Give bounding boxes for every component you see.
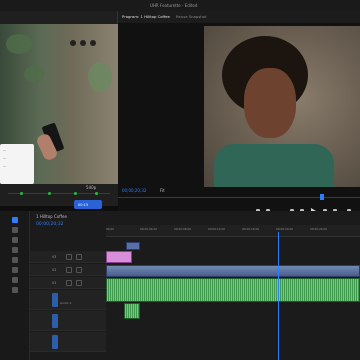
menu-item[interactable]: ...: [3, 156, 34, 160]
razor-icon[interactable]: [12, 247, 18, 253]
fit-select[interactable]: Fit: [160, 189, 165, 193]
ruler-tick: 00;00;20;00: [276, 227, 294, 231]
program-timecode[interactable]: 00;00;20;32: [122, 189, 146, 193]
audio-clip-a1[interactable]: [106, 278, 360, 302]
timecode-label: 00:15: [78, 202, 89, 207]
pink-clip[interactable]: [106, 251, 132, 263]
ruler-tick: 00;00;12;00: [208, 227, 226, 231]
timeline-panel: 1 Hilltop Coffee 00;00;20;32 00;00 00;00…: [30, 211, 360, 360]
tools-panel: [0, 211, 30, 360]
sequence-tab[interactable]: 1 Hilltop Coffee: [36, 215, 67, 219]
lock-icon[interactable]: [66, 280, 72, 286]
track-header-a3[interactable]: A3: [30, 332, 106, 352]
track-header-v2[interactable]: V2: [30, 264, 106, 276]
track-label: V1: [52, 281, 57, 285]
timeline-playhead[interactable]: [278, 232, 279, 360]
close-icon[interactable]: [90, 40, 96, 46]
lock-icon[interactable]: [66, 267, 72, 273]
ruler-tick: 00;00;04;00: [140, 227, 158, 231]
v1-video-clips[interactable]: [106, 265, 360, 277]
slip-icon[interactable]: [12, 257, 18, 263]
track-label: V3: [52, 255, 57, 259]
v3-clip[interactable]: [126, 242, 140, 250]
ruler-tick: 00;00;24;00: [310, 227, 328, 231]
program-video-frame[interactable]: [204, 26, 360, 187]
program-monitor: Program: 1 Hilltop Coffee Reuse Snapshot…: [118, 11, 360, 222]
popup-context-menu: ... ... ...: [0, 144, 34, 184]
ruler-tick: 00;00;16;00: [242, 227, 260, 231]
shirt: [214, 144, 334, 187]
ruler-tick: 00;00: [106, 227, 115, 231]
track-label: V2: [52, 268, 57, 272]
pen-icon[interactable]: [12, 267, 18, 273]
send-button[interactable]: 00:15: [74, 200, 102, 209]
window-title: UHR Featurette - Edited: [150, 3, 198, 8]
track-target-toggle[interactable]: [52, 293, 58, 307]
audio-clip-a2[interactable]: [124, 303, 140, 319]
info-icon[interactable]: [80, 40, 86, 46]
resolution-label[interactable]: 540p: [86, 186, 96, 190]
track-target-toggle[interactable]: [52, 314, 58, 328]
track-select-icon[interactable]: [12, 227, 18, 233]
type-icon[interactable]: [12, 287, 18, 293]
monitor-playhead[interactable]: [320, 194, 324, 200]
more-icon[interactable]: [70, 40, 76, 46]
track-header-a1[interactable]: A1 Audio 1: [30, 290, 106, 310]
timeline-timecode[interactable]: 00;00;20;32: [36, 222, 63, 228]
eye-icon[interactable]: [76, 254, 82, 260]
lock-icon[interactable]: [66, 254, 72, 260]
popup-top-icons: [66, 31, 96, 50]
track-target-toggle[interactable]: [52, 335, 58, 349]
menu-item[interactable]: ...: [3, 148, 34, 152]
video-popup-window: ... ... ... 540p 00:15: [0, 11, 118, 209]
eye-icon[interactable]: [76, 267, 82, 273]
window-titlebar: UHR Featurette - Edited: [0, 0, 360, 11]
track-header-a2[interactable]: A2: [30, 311, 106, 331]
tab-snapshot[interactable]: Reuse Snapshot: [176, 15, 206, 19]
menu-item[interactable]: ...: [3, 164, 34, 168]
tab-program[interactable]: Program: 1 Hilltop Coffee: [122, 15, 170, 19]
time-ruler[interactable]: 00;00 00;00;04;00 00;00;08;00 00;00;12;0…: [106, 225, 360, 237]
selection-tool-icon[interactable]: [12, 217, 18, 223]
track-header-v3[interactable]: V3: [30, 251, 106, 263]
audio-track-name: Audio 1: [60, 301, 72, 305]
hand-icon[interactable]: [12, 277, 18, 283]
ripple-edit-icon[interactable]: [12, 237, 18, 243]
face: [244, 68, 296, 138]
monitor-tabs: Program: 1 Hilltop Coffee Reuse Snapshot: [118, 11, 360, 23]
track-header-v1[interactable]: V1: [30, 277, 106, 289]
ruler-tick: 00;00;08;00: [174, 227, 192, 231]
eye-icon[interactable]: [76, 280, 82, 286]
